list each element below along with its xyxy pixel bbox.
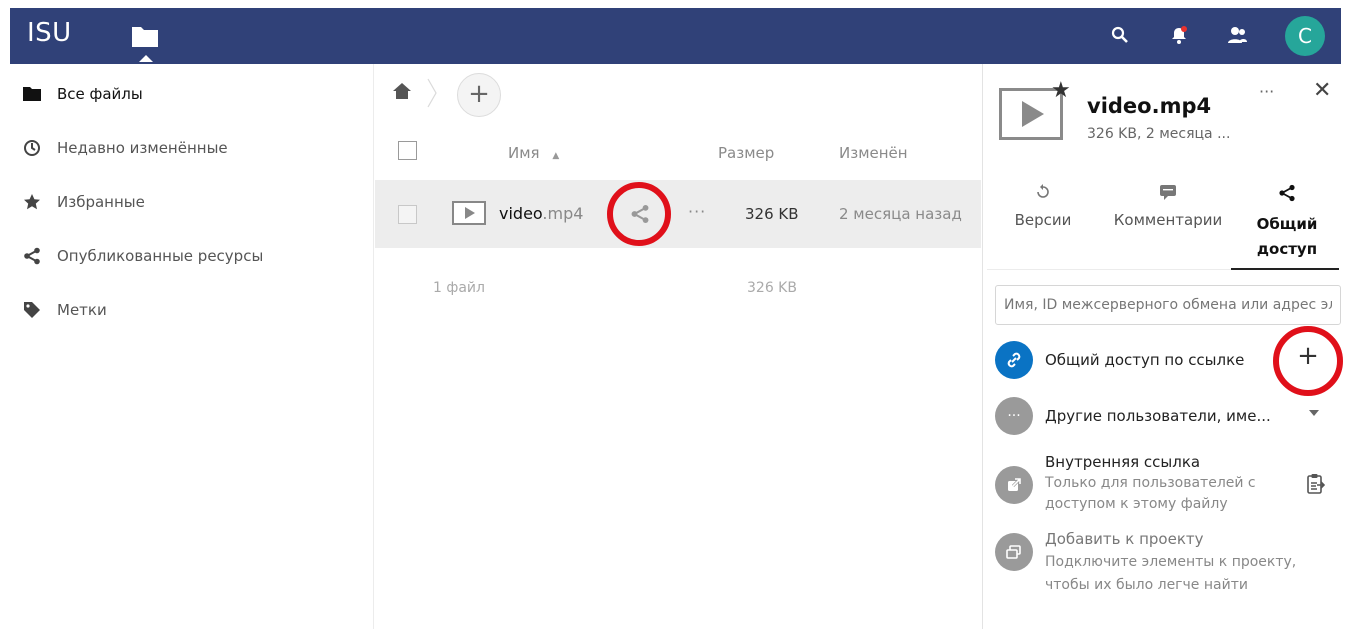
active-app-caret bbox=[139, 55, 153, 62]
share-link-label: Общий доступ по ссылке bbox=[1045, 351, 1245, 369]
folder-icon bbox=[22, 84, 42, 104]
file-size: 326 KB bbox=[745, 205, 799, 223]
home-icon[interactable] bbox=[392, 81, 412, 101]
share-icon bbox=[22, 246, 42, 266]
sort-asc-icon: ▲ bbox=[552, 151, 560, 161]
sidebar-item-label: Все файлы bbox=[57, 85, 143, 103]
files-summary-size: 326 KB bbox=[747, 280, 797, 296]
other-users-label[interactable]: Другие пользователи, име... bbox=[1045, 407, 1271, 425]
clock-icon bbox=[22, 138, 42, 158]
tag-icon bbox=[22, 300, 42, 320]
comment-icon bbox=[1105, 184, 1231, 204]
sidebar-item-label: Опубликованные ресурсы bbox=[57, 247, 264, 265]
sidebar-item-favorites[interactable]: Избранные bbox=[10, 182, 370, 222]
file-modified: 2 месяца назад bbox=[839, 205, 962, 223]
row-checkbox[interactable] bbox=[398, 205, 417, 224]
chevron-down-icon[interactable] bbox=[1309, 410, 1319, 416]
top-header: ISU C bbox=[10, 8, 1341, 64]
files-summary-count: 1 файл bbox=[433, 280, 485, 296]
share-recipient-input[interactable] bbox=[995, 285, 1341, 325]
sidebar-item-label: Недавно изменённые bbox=[57, 139, 228, 157]
add-project-desc-2: чтобы их было легче найти bbox=[1045, 577, 1248, 593]
details-subtitle: 326 KB, 2 месяца ... bbox=[1087, 126, 1231, 142]
sidebar-item-all-files[interactable]: Все файлы bbox=[10, 74, 370, 114]
video-file-icon bbox=[452, 201, 486, 225]
sidebar-item-recent[interactable]: Недавно изменённые bbox=[10, 128, 370, 168]
file-list-area: + Имя ▲ Размер Изменён video.mp4 ··· 326… bbox=[375, 64, 981, 629]
internal-link-desc-2: доступом к этому файлу bbox=[1045, 496, 1228, 512]
row-more-actions-icon[interactable]: ··· bbox=[688, 202, 706, 221]
search-icon[interactable] bbox=[1107, 22, 1133, 48]
select-all-checkbox[interactable] bbox=[398, 141, 417, 160]
add-project-desc-1: Подключите элементы к проекту, bbox=[1045, 554, 1297, 570]
user-avatar[interactable]: C bbox=[1285, 16, 1325, 56]
table-row[interactable]: video.mp4 ··· 326 KB 2 месяца назад bbox=[375, 180, 981, 248]
internal-link-title: Внутренняя ссылка bbox=[1045, 453, 1201, 471]
tab-comments[interactable]: Комментарии bbox=[1105, 184, 1231, 229]
more-icon: ··· bbox=[995, 397, 1033, 435]
column-header-name[interactable]: Имя ▲ bbox=[508, 144, 559, 162]
new-file-button[interactable]: + bbox=[457, 73, 501, 117]
breadcrumb-separator bbox=[427, 78, 437, 108]
details-title: video.mp4 bbox=[1087, 94, 1212, 118]
history-icon bbox=[1003, 184, 1083, 204]
files-app-folder-icon[interactable] bbox=[132, 25, 158, 62]
details-more-icon[interactable]: ··· bbox=[1259, 82, 1274, 101]
close-icon[interactable]: ✕ bbox=[1313, 78, 1331, 103]
sidebar-item-shared[interactable]: Опубликованные ресурсы bbox=[10, 236, 370, 276]
star-icon bbox=[22, 192, 42, 212]
favorite-star-icon[interactable]: ★ bbox=[1051, 78, 1071, 103]
tab-versions[interactable]: Версии bbox=[1003, 184, 1083, 229]
external-link-icon bbox=[995, 466, 1033, 504]
project-icon bbox=[995, 533, 1033, 571]
add-project-title[interactable]: Добавить к проекту bbox=[1045, 530, 1204, 548]
sidebar-item-tags[interactable]: Метки bbox=[10, 290, 370, 330]
contacts-icon[interactable] bbox=[1224, 22, 1250, 48]
column-header-modified[interactable]: Изменён bbox=[839, 144, 908, 162]
share-icon bbox=[1245, 184, 1329, 206]
file-name[interactable]: video.mp4 bbox=[499, 204, 583, 223]
active-tab-indicator bbox=[1231, 268, 1339, 270]
share-icon[interactable] bbox=[630, 204, 650, 224]
navigation-sidebar: Все файлы Недавно изменённые Избранные О… bbox=[10, 64, 374, 629]
clipboard-icon[interactable] bbox=[1307, 473, 1327, 495]
add-share-link-button[interactable]: + bbox=[1293, 341, 1323, 371]
sidebar-item-label: Метки bbox=[57, 301, 107, 319]
sidebar-item-label: Избранные bbox=[57, 193, 145, 211]
file-details-panel: ★ video.mp4 326 KB, 2 месяца ... ··· ✕ В… bbox=[982, 64, 1343, 629]
link-icon bbox=[995, 341, 1033, 379]
notifications-icon[interactable] bbox=[1166, 22, 1192, 48]
internal-link-desc-1: Только для пользователей с bbox=[1045, 475, 1256, 491]
tab-sharing[interactable]: Общий доступ bbox=[1245, 184, 1329, 262]
column-header-size[interactable]: Размер bbox=[718, 144, 774, 162]
brand-logo[interactable]: ISU bbox=[27, 18, 72, 48]
